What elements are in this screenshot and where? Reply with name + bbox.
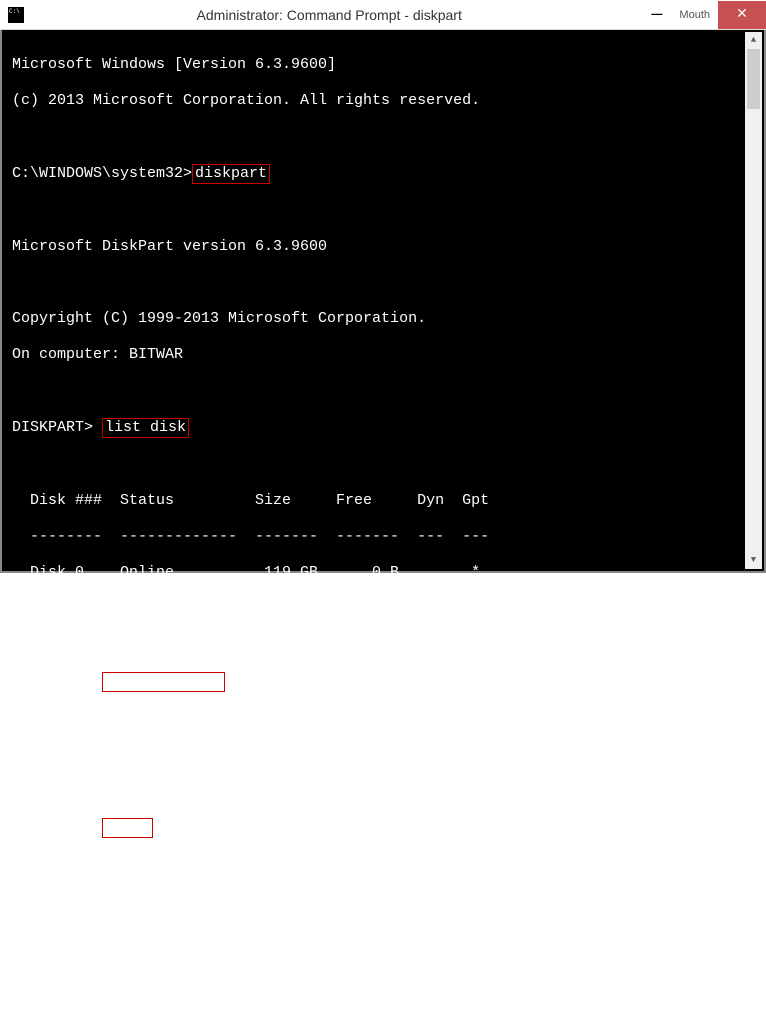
command-list-disk: list disk	[102, 418, 189, 438]
window-title: Administrator: Command Prompt - diskpart	[24, 7, 634, 23]
diskpart-prompt: DISKPART>	[12, 819, 102, 836]
blank-line	[12, 382, 754, 400]
table-header: Disk ### Status Size Free Dyn Gpt	[12, 492, 754, 510]
blank-line	[12, 274, 754, 292]
output-line: Microsoft DiskPart version 6.3.9600	[12, 238, 754, 256]
terminal-output[interactable]: Microsoft Windows [Version 6.3.9600] (c)…	[0, 30, 766, 573]
prompt-line: DISKPART> list disk	[12, 418, 754, 438]
scroll-track[interactable]	[745, 49, 762, 552]
output-line: DiskPart succeeded in cleaning the disk.	[12, 892, 754, 910]
diskpart-prompt: DISKPART>	[12, 419, 102, 436]
blank-line	[12, 710, 754, 728]
prompt-line: DISKPART> clean	[12, 818, 754, 838]
vertical-scrollbar[interactable]: ▲ ▼	[745, 32, 762, 569]
scroll-down-arrow[interactable]: ▼	[745, 552, 762, 569]
app-icon	[8, 7, 24, 23]
blank-line	[12, 856, 754, 874]
blank-line	[12, 928, 754, 946]
close-button[interactable]: ✕	[718, 1, 766, 29]
prompt-line: C:\WINDOWS\system32>diskpart	[12, 164, 754, 184]
output-line: Copyright (C) 1999-2013 Microsoft Corpor…	[12, 310, 754, 328]
command-select-disk: select disk 1	[102, 672, 225, 692]
table-row: Disk 0 Online 119 GB 0 B *	[12, 564, 754, 582]
blank-line	[12, 636, 754, 654]
window-controls: — Mouth ✕	[634, 0, 766, 29]
minimize-button[interactable]: —	[634, 1, 679, 29]
blank-line	[12, 128, 754, 146]
prompt-line: DISKPART> select disk 1	[12, 672, 754, 692]
output-line: (c) 2013 Microsoft Corporation. All righ…	[12, 92, 754, 110]
mouth-label: Mouth	[679, 9, 710, 21]
output-line: Microsoft Windows [Version 6.3.9600]	[12, 56, 754, 74]
prompt-path: C:\WINDOWS\system32>	[12, 165, 192, 182]
scroll-up-arrow[interactable]: ▲	[745, 32, 762, 49]
command-diskpart: diskpart	[192, 164, 270, 184]
diskpart-prompt: DISKPART>	[12, 964, 754, 982]
table-divider: -------- ------------- ------- ------- -…	[12, 528, 754, 546]
table-row: Disk 1 Online 1000 MB 1984 KB	[12, 600, 754, 618]
command-clean: clean	[102, 818, 153, 838]
blank-line	[12, 202, 754, 220]
diskpart-prompt: DISKPART>	[12, 673, 102, 690]
blank-line	[12, 456, 754, 474]
scroll-thumb[interactable]	[747, 49, 760, 109]
blank-line	[12, 782, 754, 800]
window-titlebar: Administrator: Command Prompt - diskpart…	[0, 0, 766, 30]
output-line: Disk 1 is now the selected disk.	[12, 746, 754, 764]
output-line: On computer: BITWAR	[12, 346, 754, 364]
